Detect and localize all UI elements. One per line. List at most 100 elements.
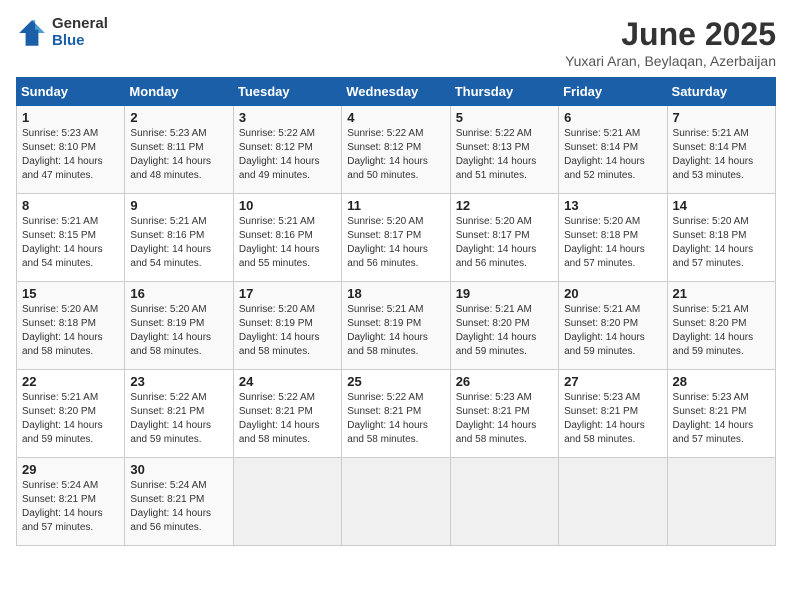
day-info: Sunrise: 5:23 AMSunset: 8:21 PMDaylight:… xyxy=(564,392,645,445)
day-number: 10 xyxy=(239,198,336,213)
day-info: Sunrise: 5:24 AMSunset: 8:21 PMDaylight:… xyxy=(130,480,211,533)
calendar-cell: 10 Sunrise: 5:21 AMSunset: 8:16 PMDaylig… xyxy=(233,194,341,282)
day-info: Sunrise: 5:21 AMSunset: 8:20 PMDaylight:… xyxy=(22,392,103,445)
day-number: 5 xyxy=(456,110,553,125)
day-info: Sunrise: 5:22 AMSunset: 8:21 PMDaylight:… xyxy=(347,392,428,445)
logo-general: General xyxy=(52,16,108,33)
day-number: 25 xyxy=(347,374,444,389)
calendar-cell: 15 Sunrise: 5:20 AMSunset: 8:18 PMDaylig… xyxy=(17,282,125,370)
calendar-cell: 20 Sunrise: 5:21 AMSunset: 8:20 PMDaylig… xyxy=(559,282,667,370)
day-number: 27 xyxy=(564,374,661,389)
calendar-week-row: 22 Sunrise: 5:21 AMSunset: 8:20 PMDaylig… xyxy=(17,370,776,458)
calendar-subtitle: Yuxari Aran, Beylaqan, Azerbaijan xyxy=(565,53,776,69)
calendar-table: SundayMondayTuesdayWednesdayThursdayFrid… xyxy=(16,77,776,546)
weekday-header: Monday xyxy=(125,78,233,106)
day-number: 16 xyxy=(130,286,227,301)
logo-icon xyxy=(16,17,48,49)
day-number: 30 xyxy=(130,462,227,477)
day-info: Sunrise: 5:20 AMSunset: 8:18 PMDaylight:… xyxy=(564,216,645,269)
day-number: 12 xyxy=(456,198,553,213)
day-info: Sunrise: 5:23 AMSunset: 8:21 PMDaylight:… xyxy=(673,392,754,445)
calendar-week-row: 8 Sunrise: 5:21 AMSunset: 8:15 PMDayligh… xyxy=(17,194,776,282)
weekday-header: Thursday xyxy=(450,78,558,106)
calendar-cell: 25 Sunrise: 5:22 AMSunset: 8:21 PMDaylig… xyxy=(342,370,450,458)
calendar-cell: 26 Sunrise: 5:23 AMSunset: 8:21 PMDaylig… xyxy=(450,370,558,458)
calendar-cell: 19 Sunrise: 5:21 AMSunset: 8:20 PMDaylig… xyxy=(450,282,558,370)
day-info: Sunrise: 5:21 AMSunset: 8:20 PMDaylight:… xyxy=(564,304,645,357)
day-info: Sunrise: 5:22 AMSunset: 8:13 PMDaylight:… xyxy=(456,128,537,181)
day-info: Sunrise: 5:24 AMSunset: 8:21 PMDaylight:… xyxy=(22,480,103,533)
calendar-header: General Blue June 2025 Yuxari Aran, Beyl… xyxy=(16,16,776,69)
calendar-cell: 4 Sunrise: 5:22 AMSunset: 8:12 PMDayligh… xyxy=(342,106,450,194)
day-number: 20 xyxy=(564,286,661,301)
day-info: Sunrise: 5:20 AMSunset: 8:17 PMDaylight:… xyxy=(347,216,428,269)
day-info: Sunrise: 5:22 AMSunset: 8:12 PMDaylight:… xyxy=(239,128,320,181)
calendar-cell: 5 Sunrise: 5:22 AMSunset: 8:13 PMDayligh… xyxy=(450,106,558,194)
weekday-header: Wednesday xyxy=(342,78,450,106)
day-number: 3 xyxy=(239,110,336,125)
weekday-header: Saturday xyxy=(667,78,775,106)
day-number: 14 xyxy=(673,198,770,213)
day-number: 21 xyxy=(673,286,770,301)
calendar-cell: 17 Sunrise: 5:20 AMSunset: 8:19 PMDaylig… xyxy=(233,282,341,370)
calendar-cell: 14 Sunrise: 5:20 AMSunset: 8:18 PMDaylig… xyxy=(667,194,775,282)
day-number: 2 xyxy=(130,110,227,125)
day-info: Sunrise: 5:21 AMSunset: 8:14 PMDaylight:… xyxy=(564,128,645,181)
logo: General Blue xyxy=(16,16,108,49)
day-info: Sunrise: 5:23 AMSunset: 8:21 PMDaylight:… xyxy=(456,392,537,445)
calendar-cell: 16 Sunrise: 5:20 AMSunset: 8:19 PMDaylig… xyxy=(125,282,233,370)
day-info: Sunrise: 5:20 AMSunset: 8:17 PMDaylight:… xyxy=(456,216,537,269)
day-info: Sunrise: 5:23 AMSunset: 8:10 PMDaylight:… xyxy=(22,128,103,181)
day-number: 7 xyxy=(673,110,770,125)
day-info: Sunrise: 5:22 AMSunset: 8:21 PMDaylight:… xyxy=(239,392,320,445)
calendar-cell xyxy=(342,458,450,546)
day-number: 17 xyxy=(239,286,336,301)
day-info: Sunrise: 5:22 AMSunset: 8:21 PMDaylight:… xyxy=(130,392,211,445)
day-number: 9 xyxy=(130,198,227,213)
day-number: 19 xyxy=(456,286,553,301)
weekday-header-row: SundayMondayTuesdayWednesdayThursdayFrid… xyxy=(17,78,776,106)
calendar-cell xyxy=(667,458,775,546)
day-info: Sunrise: 5:21 AMSunset: 8:16 PMDaylight:… xyxy=(130,216,211,269)
calendar-cell: 21 Sunrise: 5:21 AMSunset: 8:20 PMDaylig… xyxy=(667,282,775,370)
calendar-cell: 18 Sunrise: 5:21 AMSunset: 8:19 PMDaylig… xyxy=(342,282,450,370)
day-info: Sunrise: 5:21 AMSunset: 8:14 PMDaylight:… xyxy=(673,128,754,181)
calendar-cell xyxy=(559,458,667,546)
calendar-cell: 6 Sunrise: 5:21 AMSunset: 8:14 PMDayligh… xyxy=(559,106,667,194)
calendar-cell: 3 Sunrise: 5:22 AMSunset: 8:12 PMDayligh… xyxy=(233,106,341,194)
calendar-week-row: 29 Sunrise: 5:24 AMSunset: 8:21 PMDaylig… xyxy=(17,458,776,546)
calendar-cell: 29 Sunrise: 5:24 AMSunset: 8:21 PMDaylig… xyxy=(17,458,125,546)
logo-blue: Blue xyxy=(52,33,108,50)
calendar-title: June 2025 xyxy=(565,16,776,53)
day-info: Sunrise: 5:20 AMSunset: 8:19 PMDaylight:… xyxy=(239,304,320,357)
day-number: 6 xyxy=(564,110,661,125)
calendar-cell: 2 Sunrise: 5:23 AMSunset: 8:11 PMDayligh… xyxy=(125,106,233,194)
calendar-week-row: 1 Sunrise: 5:23 AMSunset: 8:10 PMDayligh… xyxy=(17,106,776,194)
day-number: 23 xyxy=(130,374,227,389)
day-number: 28 xyxy=(673,374,770,389)
day-info: Sunrise: 5:21 AMSunset: 8:15 PMDaylight:… xyxy=(22,216,103,269)
day-info: Sunrise: 5:21 AMSunset: 8:16 PMDaylight:… xyxy=(239,216,320,269)
day-info: Sunrise: 5:20 AMSunset: 8:19 PMDaylight:… xyxy=(130,304,211,357)
day-number: 24 xyxy=(239,374,336,389)
day-number: 1 xyxy=(22,110,119,125)
calendar-cell: 1 Sunrise: 5:23 AMSunset: 8:10 PMDayligh… xyxy=(17,106,125,194)
calendar-cell: 30 Sunrise: 5:24 AMSunset: 8:21 PMDaylig… xyxy=(125,458,233,546)
logo-text: General Blue xyxy=(52,16,108,49)
weekday-header: Friday xyxy=(559,78,667,106)
day-info: Sunrise: 5:23 AMSunset: 8:11 PMDaylight:… xyxy=(130,128,211,181)
day-info: Sunrise: 5:20 AMSunset: 8:18 PMDaylight:… xyxy=(22,304,103,357)
calendar-cell xyxy=(450,458,558,546)
calendar-cell: 27 Sunrise: 5:23 AMSunset: 8:21 PMDaylig… xyxy=(559,370,667,458)
title-area: June 2025 Yuxari Aran, Beylaqan, Azerbai… xyxy=(565,16,776,69)
day-number: 13 xyxy=(564,198,661,213)
calendar-cell: 8 Sunrise: 5:21 AMSunset: 8:15 PMDayligh… xyxy=(17,194,125,282)
weekday-header: Sunday xyxy=(17,78,125,106)
day-info: Sunrise: 5:21 AMSunset: 8:20 PMDaylight:… xyxy=(456,304,537,357)
day-info: Sunrise: 5:21 AMSunset: 8:20 PMDaylight:… xyxy=(673,304,754,357)
calendar-cell: 7 Sunrise: 5:21 AMSunset: 8:14 PMDayligh… xyxy=(667,106,775,194)
calendar-cell: 23 Sunrise: 5:22 AMSunset: 8:21 PMDaylig… xyxy=(125,370,233,458)
calendar-cell xyxy=(233,458,341,546)
day-info: Sunrise: 5:21 AMSunset: 8:19 PMDaylight:… xyxy=(347,304,428,357)
day-number: 11 xyxy=(347,198,444,213)
